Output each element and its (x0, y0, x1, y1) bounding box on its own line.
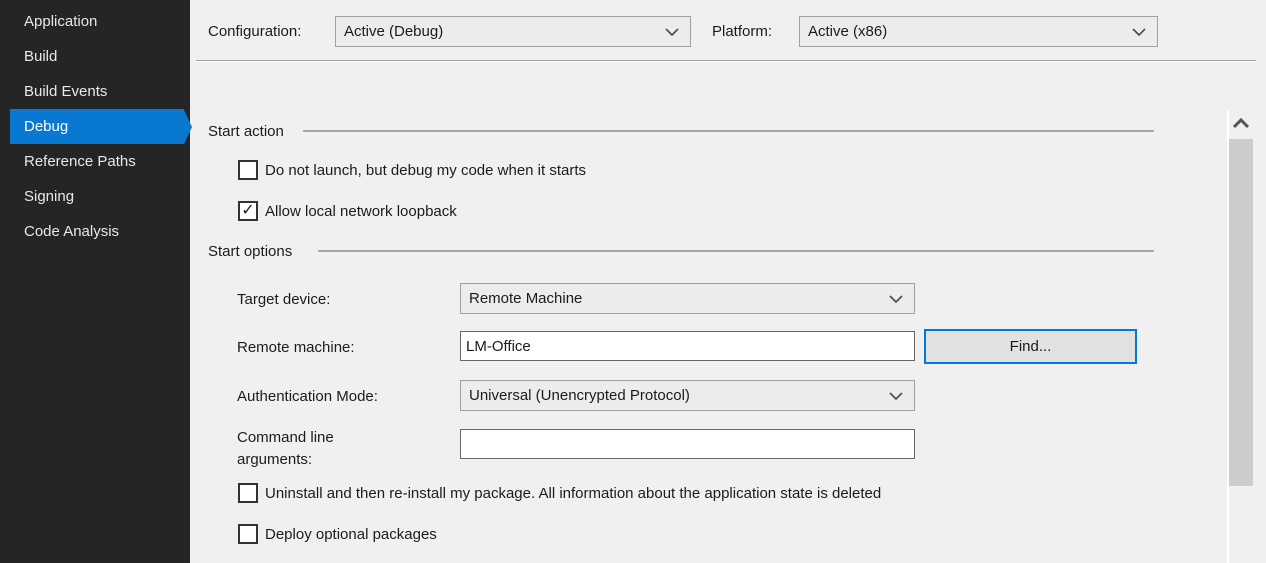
find-button[interactable]: Find... (924, 329, 1137, 364)
no-launch-checkbox-label: Do not launch, but debug my code when it… (265, 161, 586, 180)
command-line-arguments-label: Command line arguments: (237, 427, 387, 471)
sidebar-item-label: Debug (24, 118, 68, 135)
chevron-down-icon (889, 294, 903, 303)
platform-value: Active (x86) (808, 23, 887, 40)
sidebar-item-label: Build Events (24, 83, 107, 100)
debug-settings-panel: Configuration: Active (Debug) Platform: … (190, 0, 1266, 563)
remote-machine-label: Remote machine: (237, 338, 355, 357)
sidebar-item-label: Reference Paths (24, 153, 136, 170)
project-properties-sidebar: Application Build Build Events Debug Ref… (0, 0, 190, 563)
sidebar-item-label: Application (24, 13, 97, 30)
sidebar-item-signing[interactable]: Signing (0, 179, 190, 214)
sidebar-item-label: Build (24, 48, 57, 65)
remote-machine-input[interactable] (460, 331, 915, 361)
start-action-title: Start action (208, 122, 284, 141)
authentication-mode-label: Authentication Mode: (237, 387, 378, 406)
section-divider (303, 130, 1154, 132)
target-device-label: Target device: (237, 290, 330, 309)
deploy-optional-packages-checkbox[interactable] (238, 524, 258, 544)
chevron-down-icon (889, 391, 903, 400)
authentication-mode-dropdown[interactable]: Universal (Unencrypted Protocol) (460, 380, 915, 411)
sidebar-item-label: Signing (24, 188, 74, 205)
checkmark-icon: ✓ (241, 203, 254, 219)
configuration-label: Configuration: (208, 22, 301, 41)
sidebar-item-application[interactable]: Application (0, 4, 190, 39)
authentication-mode-value: Universal (Unencrypted Protocol) (469, 387, 690, 404)
chevron-down-icon (1132, 27, 1146, 36)
command-line-arguments-input[interactable] (460, 429, 915, 459)
sidebar-item-build[interactable]: Build (0, 39, 190, 74)
target-device-dropdown[interactable]: Remote Machine (460, 283, 915, 314)
target-device-value: Remote Machine (469, 290, 582, 307)
sidebar-item-label: Code Analysis (24, 223, 119, 240)
configuration-dropdown[interactable]: Active (Debug) (335, 16, 691, 47)
loopback-checkbox[interactable]: ✓ (238, 201, 258, 221)
uninstall-reinstall-checkbox-label: Uninstall and then re-install my package… (265, 484, 881, 503)
loopback-checkbox-label: Allow local network loopback (265, 202, 457, 221)
start-options-title: Start options (208, 242, 292, 261)
chevron-down-icon (665, 27, 679, 36)
sidebar-item-code-analysis[interactable]: Code Analysis (0, 214, 190, 249)
sidebar-item-reference-paths[interactable]: Reference Paths (0, 144, 190, 179)
configuration-value: Active (Debug) (344, 23, 443, 40)
platform-dropdown[interactable]: Active (x86) (799, 16, 1158, 47)
section-divider (318, 250, 1154, 252)
sidebar-item-build-events[interactable]: Build Events (0, 74, 190, 109)
find-button-label: Find... (1010, 338, 1052, 355)
vertical-scrollbar-thumb[interactable] (1229, 139, 1253, 486)
uninstall-reinstall-checkbox[interactable] (238, 483, 258, 503)
sidebar-item-debug[interactable]: Debug (0, 109, 190, 144)
deploy-optional-packages-checkbox-label: Deploy optional packages (265, 525, 437, 544)
chevron-up-icon[interactable] (1232, 117, 1250, 130)
platform-label: Platform: (712, 22, 772, 41)
no-launch-checkbox[interactable] (238, 160, 258, 180)
header-divider (196, 60, 1256, 62)
